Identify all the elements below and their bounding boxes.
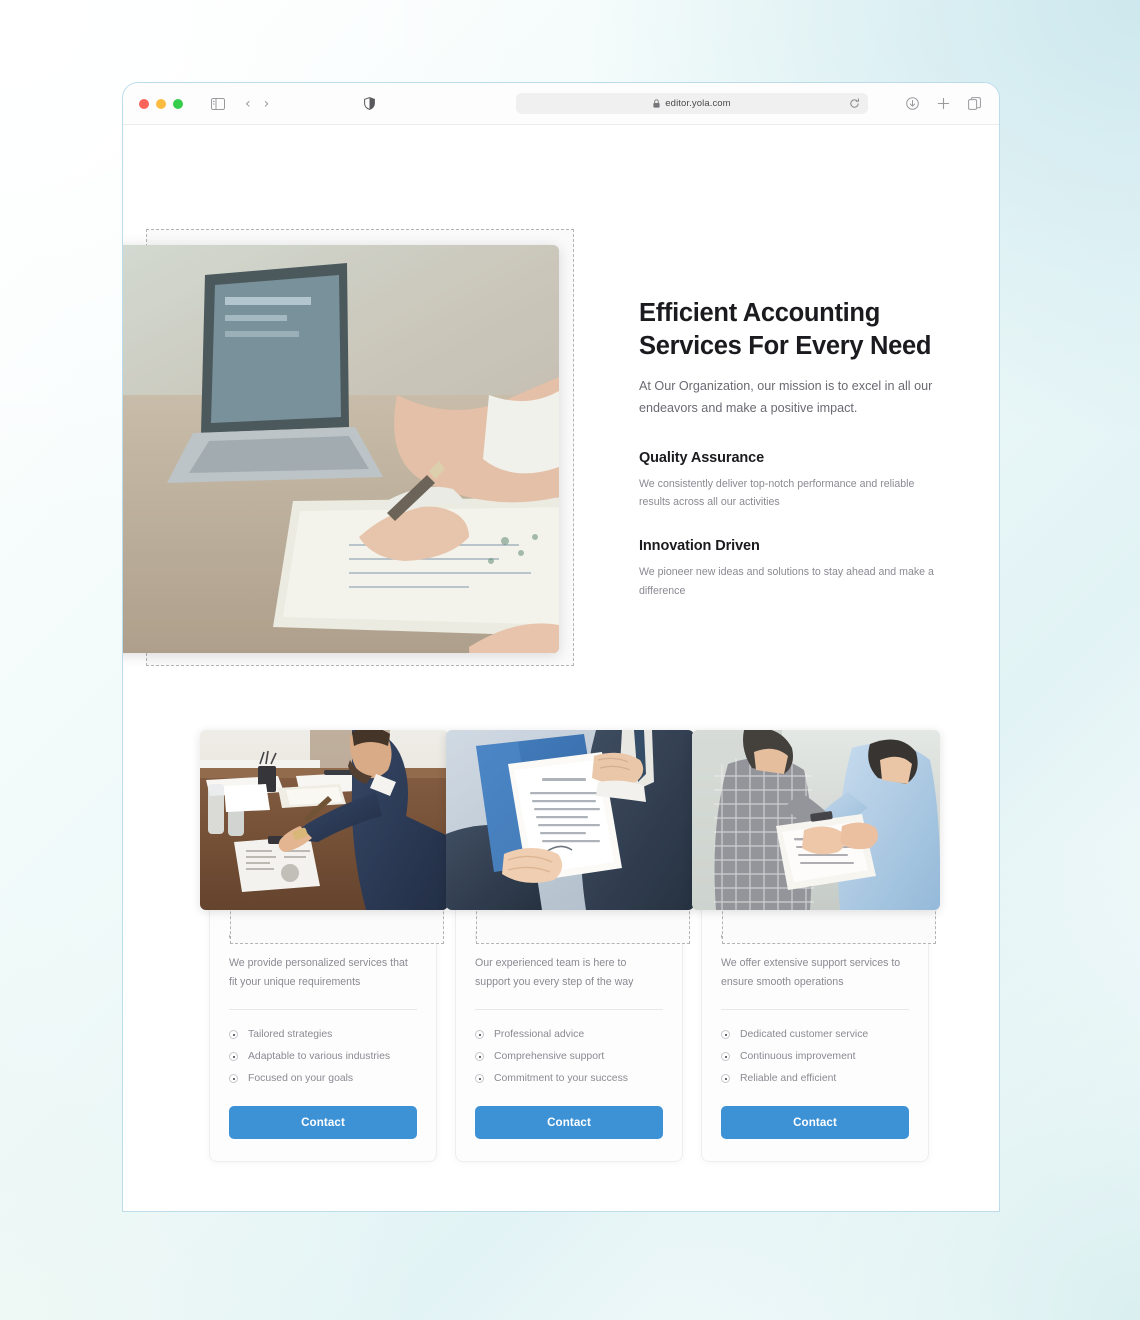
url-text: editor.yola.com: [665, 98, 731, 109]
list-item-label: Continuous improvement: [740, 1051, 856, 1063]
sidebar-toggle-icon[interactable]: [211, 97, 225, 110]
list-item: Tailored strategies: [229, 1024, 417, 1046]
list-item: Comprehensive support: [475, 1046, 663, 1068]
close-window-button[interactable]: [139, 98, 149, 109]
hero-image[interactable]: [123, 245, 559, 653]
card-bullet-list: Professional advice Comprehensive suppor…: [475, 1024, 663, 1090]
feature-innovation-driven: Innovation Driven We pioneer new ideas a…: [639, 538, 939, 601]
privacy-shield-icon[interactable]: [364, 97, 376, 110]
zoom-window-button[interactable]: [173, 98, 183, 109]
list-item-label: Tailored strategies: [248, 1029, 333, 1041]
card-bullet-list: Dedicated customer service Continuous im…: [721, 1024, 909, 1090]
bullet-icon: [475, 1074, 484, 1084]
card-image[interactable]: [200, 730, 448, 910]
address-bar[interactable]: editor.yola.com: [516, 93, 868, 114]
navigation-arrows: ‹ ›: [245, 97, 269, 111]
feature-body: We pioneer new ideas and solutions to st…: [639, 566, 934, 598]
list-item: Continuous improvement: [721, 1046, 909, 1068]
list-item-label: Focused on your goals: [248, 1073, 354, 1085]
list-item-label: Commitment to your success: [494, 1073, 628, 1085]
bullet-icon: [721, 1030, 730, 1040]
card-description: Our experienced team is here to support …: [475, 957, 634, 988]
browser-window: ‹ › editor.yola.com Efficient Accounting…: [122, 82, 1000, 1212]
card-bullet-list: Tailored strategies Adaptable to various…: [229, 1024, 417, 1090]
contact-button[interactable]: Contact: [721, 1105, 909, 1139]
card-divider: [229, 1008, 417, 1010]
tab-overview-icon[interactable]: [968, 97, 981, 110]
forward-icon[interactable]: ›: [264, 97, 270, 111]
service-card-comprehensive-support: Comprehensive Support We offer extensive…: [692, 730, 940, 1162]
bullet-icon: [721, 1074, 730, 1084]
bullet-icon: [229, 1052, 238, 1062]
contact-button[interactable]: Contact: [475, 1105, 663, 1139]
bullet-icon: [475, 1052, 484, 1062]
bullet-icon: [229, 1030, 238, 1040]
list-item: Professional advice: [475, 1024, 663, 1046]
hero-section: Efficient Accounting Services For Every …: [123, 125, 999, 666]
feature-title: Quality Assurance: [639, 449, 765, 466]
new-tab-icon[interactable]: [937, 97, 950, 110]
back-icon[interactable]: ‹: [245, 97, 251, 111]
card-description: We offer extensive support services to e…: [721, 957, 901, 988]
feature-quality-assurance: Quality Assurance We consistently delive…: [639, 450, 939, 513]
service-card-expert-guidance: Expert Guidance Our experienced team is …: [446, 730, 694, 1162]
feature-title: Innovation Driven: [639, 538, 760, 555]
reload-icon[interactable]: [849, 98, 860, 109]
list-item: Adaptable to various industries: [229, 1046, 417, 1068]
page-content: Efficient Accounting Services For Every …: [123, 125, 999, 1211]
list-item: Focused on your goals: [229, 1068, 417, 1090]
hero-subtitle: At Our Organization, our mission is to e…: [639, 379, 933, 415]
bullet-icon: [475, 1030, 484, 1040]
page-title: Efficient Accounting Services For Every …: [639, 299, 932, 360]
card-description: We provide personalized services that fi…: [229, 957, 408, 988]
list-item-label: Dedicated customer service: [740, 1029, 869, 1041]
bullet-icon: [721, 1052, 730, 1062]
card-divider: [475, 1008, 663, 1010]
list-item: Reliable and efficient: [721, 1068, 909, 1090]
list-item-label: Professional advice: [494, 1029, 585, 1041]
toolbar-right-controls: [906, 97, 981, 110]
list-item-label: Reliable and efficient: [740, 1073, 837, 1085]
list-item-label: Comprehensive support: [494, 1051, 605, 1063]
card-divider: [721, 1008, 909, 1010]
service-cards-row: Custom Solutions We provide personalized…: [200, 730, 969, 1162]
contact-button[interactable]: Contact: [229, 1105, 417, 1139]
hero-text-block: Efficient Accounting Services For Every …: [639, 297, 939, 601]
service-card-custom-solutions: Custom Solutions We provide personalized…: [200, 730, 448, 1162]
list-item: Commitment to your success: [475, 1068, 663, 1090]
card-image[interactable]: [692, 730, 940, 910]
browser-toolbar: ‹ › editor.yola.com: [123, 83, 999, 125]
window-traffic-lights: [139, 98, 183, 109]
download-icon[interactable]: [906, 97, 919, 110]
bullet-icon: [229, 1074, 238, 1084]
minimize-window-button[interactable]: [156, 98, 166, 109]
feature-body: We consistently deliver top-notch perfor…: [639, 477, 915, 509]
list-item-label: Adaptable to various industries: [248, 1051, 391, 1063]
list-item: Dedicated customer service: [721, 1024, 909, 1046]
lock-icon: [653, 99, 660, 108]
card-image[interactable]: [446, 730, 694, 910]
